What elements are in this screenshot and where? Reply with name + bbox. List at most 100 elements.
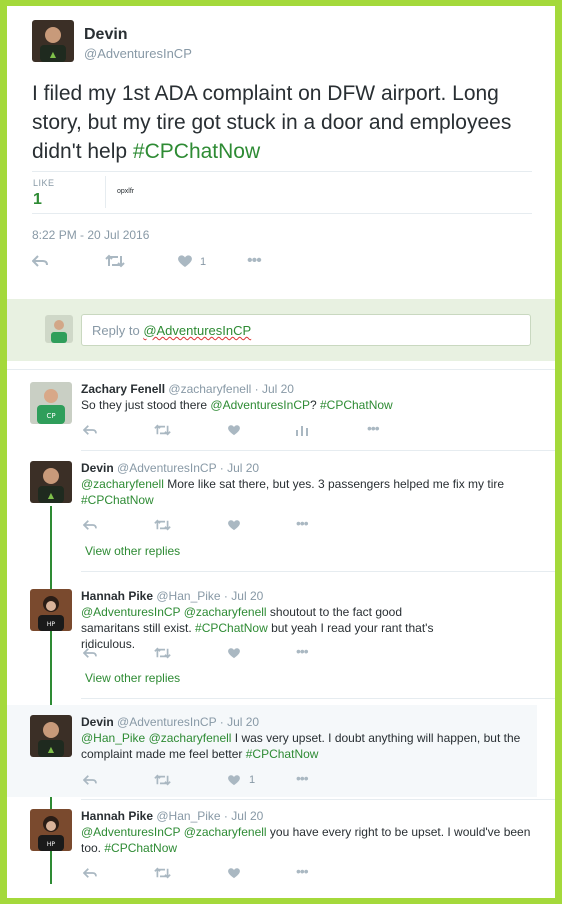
more-icon[interactable]: ••• (247, 252, 262, 270)
user-avatar (45, 315, 73, 343)
retweet-icon[interactable] (154, 423, 171, 439)
reply-date[interactable]: Jul 20 (227, 461, 259, 475)
more-icon[interactable]: ••• (296, 863, 309, 879)
reply-date[interactable]: Jul 20 (262, 382, 294, 396)
reply-text-body: More like sat there, but yes. 3 passenge… (163, 477, 505, 491)
reply-text: @Han_Pike @zacharyfenell I was very upse… (81, 730, 531, 762)
reply-header: Hannah Pike @Han_Pike · Jul 20 (81, 809, 263, 823)
reply-hashtag[interactable]: #CPChatNow (195, 621, 268, 635)
reply-avatar[interactable]: ▲ (30, 715, 72, 757)
reply-hashtag[interactable]: #CPChatNow (320, 398, 393, 412)
reply-separator: · (220, 809, 232, 823)
tweet-hashtag[interactable]: #CPChatNow (133, 140, 260, 163)
reply-text: So they just stood there @AdventuresInCP… (81, 397, 541, 413)
reply-divider (81, 799, 555, 800)
retweet-icon[interactable] (105, 254, 125, 271)
view-other-replies-link[interactable]: View other replies (85, 671, 180, 685)
more-icon[interactable]: ••• (296, 643, 309, 659)
reply-date[interactable]: Jul 20 (227, 715, 259, 729)
heart-icon[interactable] (227, 518, 241, 534)
reply-icon[interactable] (82, 646, 97, 662)
reply-author-handle[interactable]: @zacharyfenell (168, 382, 251, 396)
reply-author-name[interactable]: Zachary Fenell (81, 382, 165, 396)
reply-avatar[interactable]: ▲ (30, 461, 72, 503)
retweet-icon[interactable] (154, 866, 171, 882)
svg-text:HP: HP (47, 621, 56, 628)
reply-separator: · (220, 589, 232, 603)
reply-like-count: 1 (249, 774, 256, 786)
reply-mention[interactable]: @zacharyfenell (184, 605, 267, 619)
reply-date[interactable]: Jul 20 (231, 589, 263, 603)
reply-icon[interactable] (82, 773, 97, 789)
reply-separator: · (216, 461, 228, 475)
reply-mention[interactable]: @AdventuresInCP (81, 825, 180, 839)
reply-hashtag[interactable]: #CPChatNow (81, 493, 154, 507)
svg-text:▲: ▲ (48, 491, 55, 500)
reply-icon[interactable] (82, 518, 97, 534)
reply-avatar[interactable]: HP (30, 809, 72, 851)
reply-divider (81, 698, 555, 699)
analytics-icon[interactable] (296, 423, 308, 439)
reply-icon[interactable] (31, 254, 48, 271)
tweet-frame: ▲ Devin @AdventuresInCP I filed my 1st A… (7, 6, 555, 898)
heart-icon[interactable] (227, 773, 241, 789)
svg-text:▲: ▲ (50, 50, 57, 59)
reply-author-handle[interactable]: @Han_Pike (156, 809, 220, 823)
reply-author-name[interactable]: Hannah Pike (81, 809, 153, 823)
reply-header: Devin @AdventuresInCP · Jul 20 (81, 461, 259, 475)
reply-hashtag[interactable]: #CPChatNow (246, 747, 319, 761)
reply-text: @zacharyfenell More like sat there, but … (81, 476, 541, 508)
reply-mention[interactable]: @AdventuresInCP (81, 605, 180, 619)
author-name[interactable]: Devin (84, 26, 128, 44)
reply-author-name[interactable]: Devin (81, 715, 114, 729)
reply-divider (81, 450, 555, 451)
reply-date[interactable]: Jul 20 (231, 809, 263, 823)
reply-hashtag[interactable]: #CPChatNow (104, 841, 177, 855)
more-icon[interactable]: ••• (296, 770, 309, 786)
reply-mention[interactable]: @AdventuresInCP (210, 398, 310, 412)
liker-text[interactable]: opxlfr (117, 188, 134, 195)
author-handle[interactable]: @AdventuresInCP (84, 46, 192, 61)
heart-icon[interactable] (227, 646, 241, 662)
reply-mention[interactable]: @Han_Pike (81, 731, 145, 745)
tweet-text: I filed my 1st ADA complaint on DFW airp… (32, 79, 532, 166)
svg-text:▲: ▲ (48, 745, 55, 754)
reply-author-name[interactable]: Devin (81, 461, 114, 475)
reply-mention[interactable]: @zacharyfenell (81, 477, 164, 491)
reply-header: Devin @AdventuresInCP · Jul 20 (81, 715, 259, 729)
reply-icon[interactable] (82, 423, 97, 439)
reply-avatar[interactable]: HP (30, 589, 72, 631)
reply-input[interactable]: Reply to @AdventuresInCP (81, 314, 531, 346)
reply-mention[interactable]: @zacharyfenell (184, 825, 267, 839)
likes-count[interactable]: 1 (33, 191, 42, 209)
more-icon[interactable]: ••• (367, 420, 380, 436)
likes-label: LIKE (33, 178, 55, 188)
author-avatar[interactable]: ▲ (32, 20, 74, 62)
reply-text: @AdventuresInCP @zacharyfenell shoutout … (81, 604, 461, 652)
retweet-icon[interactable] (154, 646, 171, 662)
retweet-icon[interactable] (154, 518, 171, 534)
reply-author-handle[interactable]: @AdventuresInCP (117, 461, 216, 475)
view-other-replies-link[interactable]: View other replies (85, 544, 180, 558)
heart-icon[interactable] (177, 254, 193, 271)
reply-separator: · (216, 715, 228, 729)
reply-author-handle[interactable]: @Han_Pike (156, 589, 220, 603)
reply-icon[interactable] (82, 866, 97, 882)
stats-divider-top (32, 171, 532, 172)
more-icon[interactable]: ••• (296, 515, 309, 531)
tweet-timestamp[interactable]: 8:22 PM - 20 Jul 2016 (32, 228, 149, 242)
retweet-icon[interactable] (154, 773, 171, 789)
composer-divider (7, 369, 555, 370)
stats-separator (105, 176, 106, 208)
reply-mention[interactable]: @zacharyfenell (149, 731, 232, 745)
heart-icon[interactable] (227, 423, 241, 439)
svg-text:CP: CP (46, 412, 55, 420)
reply-mention: @AdventuresInCP (143, 323, 252, 338)
reply-avatar[interactable]: CP (30, 382, 72, 424)
heart-icon[interactable] (227, 866, 241, 882)
stats-divider-bottom (32, 213, 532, 214)
reply-author-handle[interactable]: @AdventuresInCP (117, 715, 216, 729)
reply-separator: · (251, 382, 262, 396)
reply-author-name[interactable]: Hannah Pike (81, 589, 153, 603)
reply-header: Hannah Pike @Han_Pike · Jul 20 (81, 589, 263, 603)
